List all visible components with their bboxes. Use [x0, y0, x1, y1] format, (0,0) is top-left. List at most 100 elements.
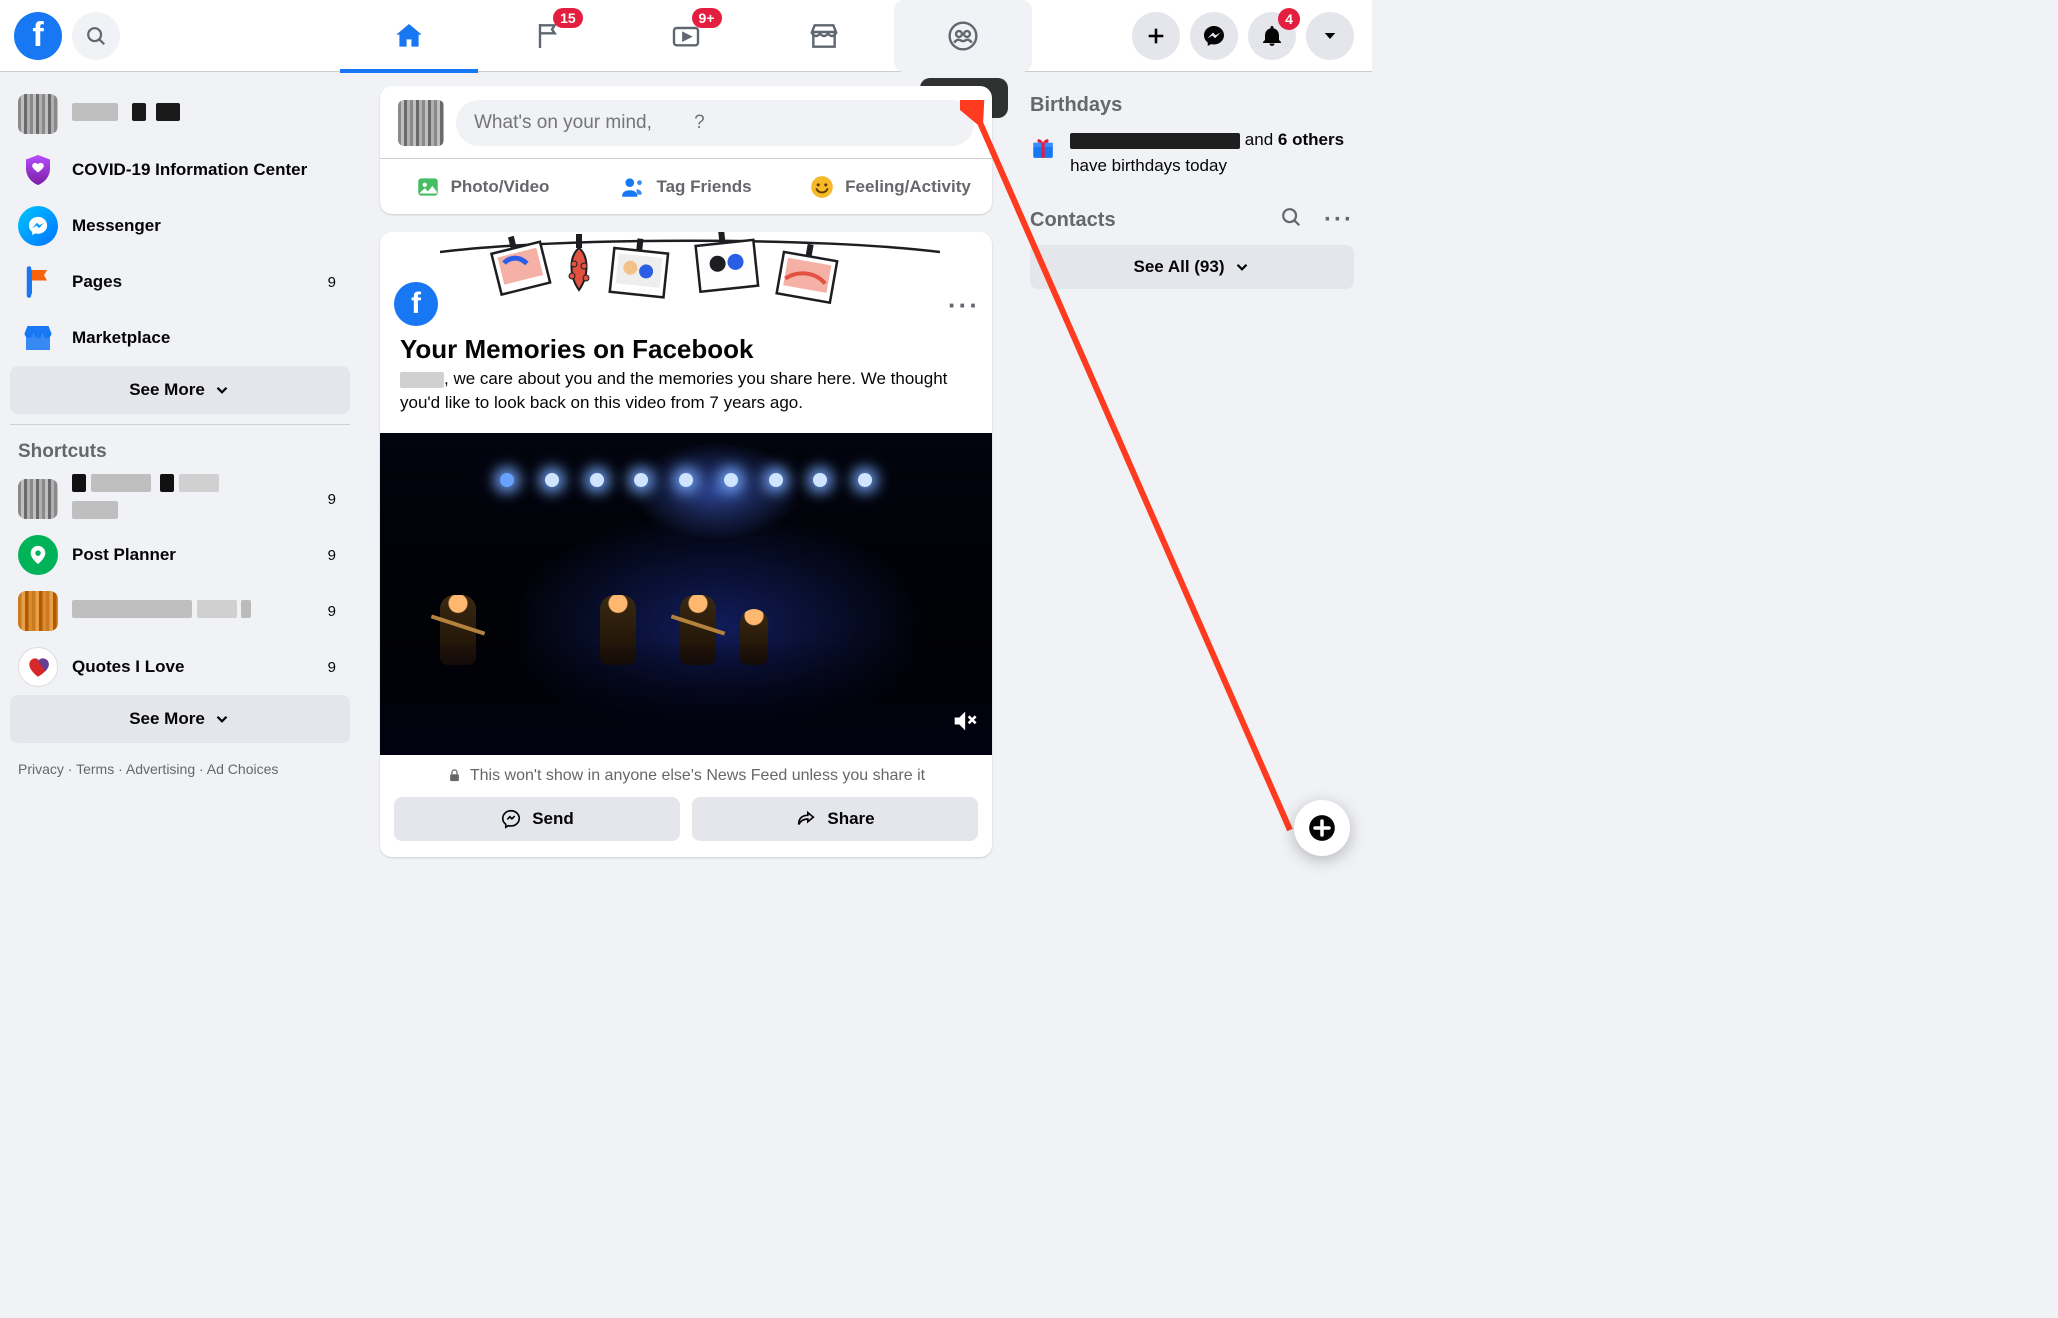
sidebar-item-profile[interactable]: [10, 86, 350, 142]
memories-privacy: This won't show in anyone else's News Fe…: [380, 755, 992, 797]
left-sidebar: COVID-19 Information Center Messenger Pa…: [0, 86, 360, 777]
watch-badge: 9+: [692, 8, 722, 28]
shortcut-icon: [18, 479, 58, 519]
caret-down-icon: [1321, 27, 1339, 45]
sidebar-item-marketplace[interactable]: Marketplace: [10, 310, 350, 366]
messenger-button[interactable]: [1190, 12, 1238, 60]
notifications-badge: 4: [1278, 8, 1300, 30]
sidebar-item-label: [72, 103, 342, 126]
composer-photo-video[interactable]: Photo/Video: [380, 159, 584, 214]
avatar-icon: [18, 94, 58, 134]
contacts-options-button[interactable]: ···: [1324, 206, 1354, 235]
lock-icon: [447, 768, 462, 783]
shortcut-label: Quotes I Love: [72, 657, 314, 677]
birthdays-text: and 6 others have birthdays today: [1070, 127, 1354, 178]
mute-icon[interactable]: [950, 707, 978, 741]
memories-video[interactable]: [380, 433, 992, 755]
shortcut-label: [72, 600, 314, 623]
notifications-button[interactable]: 4: [1248, 12, 1296, 60]
heart-icon: [18, 647, 58, 687]
search-icon: [1280, 206, 1302, 228]
gift-icon: [1030, 127, 1056, 167]
sidebar-item-label: COVID-19 Information Center: [72, 160, 342, 180]
memories-share-button[interactable]: Share: [692, 797, 978, 841]
composer-avatar[interactable]: [398, 100, 444, 146]
tab-marketplace[interactable]: [755, 0, 893, 72]
bell-icon: [1260, 24, 1284, 48]
shortcut-item-quotes[interactable]: Quotes I Love 9: [10, 639, 350, 695]
sidebar-item-label: Marketplace: [72, 328, 342, 348]
shortcut-count: 9: [328, 603, 342, 620]
messenger-icon: [18, 206, 58, 246]
search-button[interactable]: [72, 12, 120, 60]
feed-column: Photo/Video Tag Friends Feeling/Activity: [380, 86, 992, 875]
composer-card: Photo/Video Tag Friends Feeling/Activity: [380, 86, 992, 214]
messenger-icon: [1202, 24, 1226, 48]
shortcut-count: 9: [328, 491, 342, 508]
messenger-outline-icon: [500, 808, 522, 830]
right-sidebar: Birthdays and 6 others have birthdays to…: [1012, 94, 1372, 289]
photo-icon: [415, 174, 441, 200]
top-header: f 15 9+: [0, 0, 1372, 72]
shortcuts-heading: Shortcuts: [10, 435, 350, 471]
share-icon: [795, 808, 817, 830]
memories-send-button[interactable]: Send: [394, 797, 680, 841]
tab-pages[interactable]: 15: [478, 0, 616, 72]
composer-tag-friends[interactable]: Tag Friends: [584, 159, 788, 214]
sidebar-item-covid[interactable]: COVID-19 Information Center: [10, 142, 350, 198]
tab-home[interactable]: [340, 0, 478, 72]
shortcut-item-postplanner[interactable]: Post Planner 9: [10, 527, 350, 583]
shortcut-label: [72, 474, 314, 524]
memories-card: f ··· Your Memories on Facebook , we car…: [380, 232, 992, 857]
composer-action-label: Photo/Video: [451, 177, 550, 197]
search-icon: [85, 25, 107, 47]
composer-input[interactable]: [456, 100, 974, 146]
share-label: Share: [827, 809, 874, 829]
chevron-down-icon: [213, 710, 231, 728]
account-menu-button[interactable]: [1306, 12, 1354, 60]
plus-bold-icon: [1308, 814, 1336, 842]
sidebar-item-label: Pages: [72, 272, 314, 292]
memories-title: Your Memories on Facebook: [400, 334, 972, 365]
shortcut-icon: [18, 591, 58, 631]
shortcut-item[interactable]: 9: [10, 583, 350, 639]
sidebar-footer: Privacy · Terms · Advertising · Ad Choic…: [10, 743, 350, 777]
pages-badge: 15: [553, 8, 583, 28]
shortcuts-see-more[interactable]: See More: [10, 695, 350, 743]
see-more-label: See More: [129, 380, 205, 400]
send-label: Send: [532, 809, 574, 829]
chevron-down-icon: [1233, 258, 1251, 276]
home-icon: [393, 20, 425, 52]
contacts-search-button[interactable]: [1280, 206, 1302, 235]
tab-groups[interactable]: [894, 0, 1032, 72]
shortcut-count: 9: [328, 547, 342, 564]
tag-friends-icon: [620, 174, 646, 200]
facebook-logo-small: f: [394, 282, 438, 326]
facebook-logo[interactable]: f: [14, 12, 62, 60]
sidebar-item-count: 9: [328, 274, 342, 291]
sidebar-item-label: Messenger: [72, 216, 342, 236]
storefront-icon: [18, 318, 58, 358]
memories-body: , we care about you and the memories you…: [400, 367, 972, 415]
shortcut-label: Post Planner: [72, 545, 314, 565]
see-more-label: See More: [129, 709, 205, 729]
memories-header-art: f ···: [380, 232, 992, 332]
composer-action-label: Tag Friends: [656, 177, 751, 197]
heart-shield-icon: [18, 150, 58, 190]
postplanner-icon: [18, 535, 58, 575]
create-button[interactable]: [1132, 12, 1180, 60]
nav-tabs: 15 9+: [340, 0, 1032, 72]
birthdays-row[interactable]: and 6 others have birthdays today: [1030, 127, 1354, 178]
sidebar-see-more[interactable]: See More: [10, 366, 350, 414]
memories-menu-button[interactable]: ···: [948, 290, 980, 321]
smile-icon: [809, 174, 835, 200]
chevron-down-icon: [213, 381, 231, 399]
tab-watch[interactable]: 9+: [617, 0, 755, 72]
sidebar-item-messenger[interactable]: Messenger: [10, 198, 350, 254]
sidebar-item-pages[interactable]: Pages 9: [10, 254, 350, 310]
shortcut-item[interactable]: 9: [10, 471, 350, 527]
contacts-see-all[interactable]: See All (93): [1030, 245, 1354, 289]
shortcut-count: 9: [328, 659, 342, 676]
composer-feeling[interactable]: Feeling/Activity: [788, 159, 992, 214]
new-message-fab[interactable]: [1294, 800, 1350, 856]
